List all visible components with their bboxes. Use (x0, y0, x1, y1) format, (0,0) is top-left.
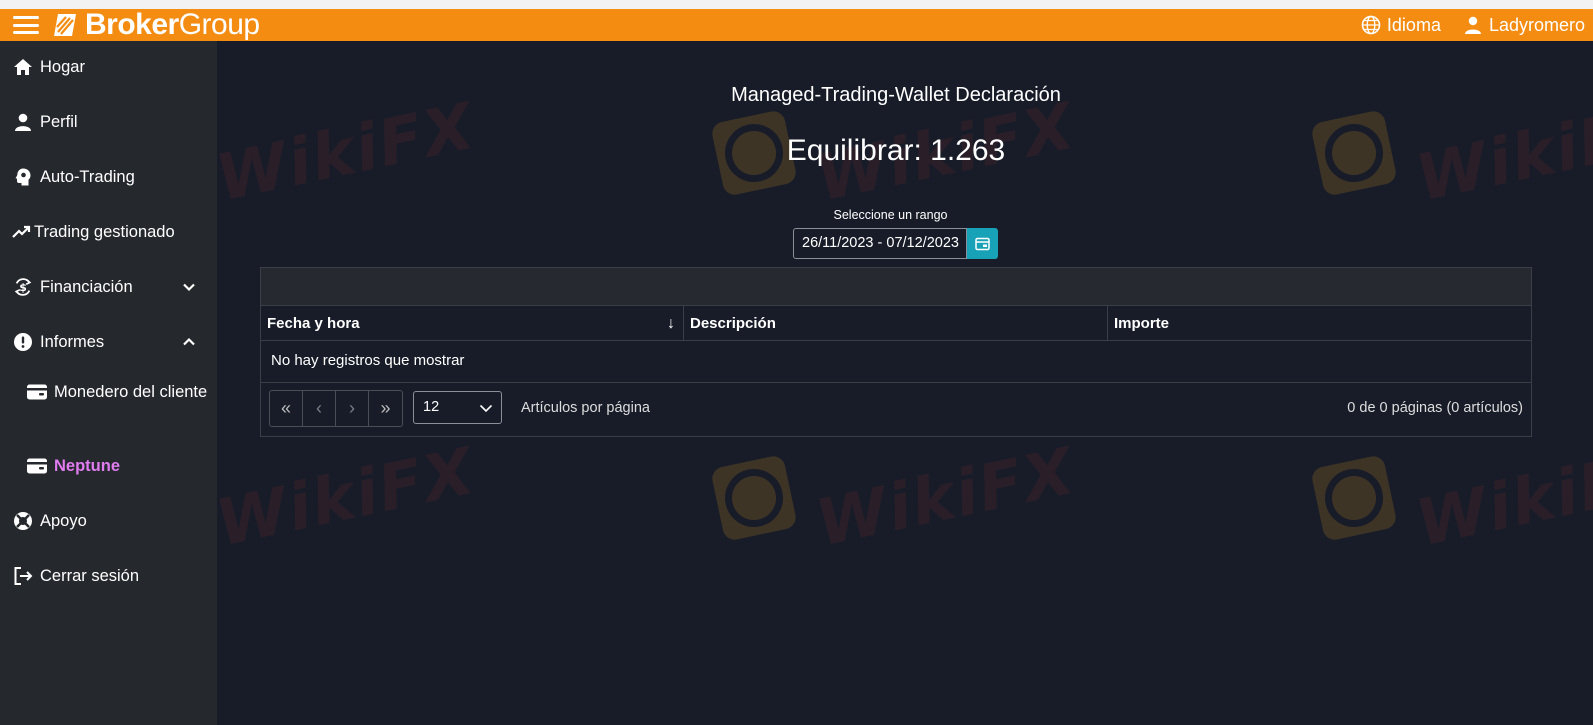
sidebar-item-label: Trading gestionado (34, 222, 175, 241)
sidebar-item-profile[interactable]: Perfil (0, 102, 217, 142)
statement-table: Fecha y hora ↓ Descripción Importe No ha… (260, 267, 1532, 437)
chevron-down-icon (183, 283, 195, 292)
home-icon (12, 56, 34, 78)
last-page-button[interactable]: » (369, 391, 402, 426)
column-header-description[interactable]: Descripción (684, 306, 1108, 340)
user-icon (12, 111, 34, 133)
sidebar-subitem-client-wallet[interactable]: Monedero del cliente (26, 380, 211, 404)
brain-icon (12, 166, 34, 188)
empty-message: No hay registros que mostrar (261, 341, 1531, 383)
brand-name: BrokerGroup (85, 8, 260, 41)
sidebar-item-label: Informes (40, 332, 105, 351)
sidebar-item-managed-trading[interactable]: Trading gestionado (0, 212, 217, 252)
column-header-amount[interactable]: Importe (1108, 306, 1531, 340)
wallet-icon (26, 381, 48, 403)
sidebar-item-label: Cerrar sesión (40, 566, 140, 585)
top-bar: BrokerGroup Idioma Ladyromero (0, 9, 1593, 41)
calendar-icon (975, 237, 990, 250)
sidebar-item-reports[interactable]: Informes (0, 322, 217, 362)
calendar-button[interactable] (967, 228, 998, 259)
sidebar-item-label: Monedero del cliente (54, 383, 208, 401)
sidebar: Hogar Perfil Auto-Trading Trading gestio… (0, 41, 217, 725)
money-exchange-icon: $ (12, 276, 34, 298)
language-menu[interactable]: Idioma (1361, 15, 1441, 36)
page-title: Managed-Trading-Wallet Declaración (731, 84, 1061, 106)
range-label: Seleccione un rango (833, 208, 948, 222)
sidebar-subitem-neptune[interactable]: Neptune (26, 454, 211, 478)
watermark: WikiFX (1310, 435, 1593, 561)
sidebar-item-label: Hogar (40, 57, 85, 76)
prev-page-button[interactable]: ‹ (303, 391, 336, 426)
lifebuoy-icon (12, 510, 34, 532)
sidebar-item-auto-trading[interactable]: Auto-Trading (0, 157, 217, 197)
sidebar-item-logout[interactable]: Cerrar sesión (0, 556, 217, 596)
menu-icon[interactable] (13, 16, 39, 34)
sort-arrow-icon[interactable]: ↓ (667, 306, 675, 341)
logout-icon (12, 565, 34, 587)
first-page-button[interactable]: « (270, 391, 303, 426)
user-menu[interactable]: Ladyromero (1463, 15, 1585, 36)
svg-text:$: $ (19, 281, 27, 294)
per-page-label: Artículos por página (521, 400, 650, 416)
language-label: Idioma (1386, 14, 1441, 35)
sidebar-item-label: Neptune (54, 457, 120, 475)
sidebar-item-funding[interactable]: $ Financiación (0, 267, 217, 307)
watermark: WikiFX (217, 435, 482, 562)
pagination: « ‹ › » 12 Artículos por página 0 de 0 p… (261, 383, 1531, 435)
user-name: Ladyromero (1488, 14, 1585, 35)
main-content: WikiFX WikiFX WikiFX WikiFX WikiFX WikiF… (217, 41, 1593, 725)
alert-icon (12, 331, 34, 353)
balance-value: Equilibrar: 1.263 (786, 134, 1006, 167)
sidebar-item-label: Perfil (40, 112, 78, 131)
page-nav-buttons: « ‹ › » (269, 390, 403, 427)
wallet-icon (26, 455, 48, 477)
watermark: WikiFX (710, 435, 1082, 561)
trending-up-icon (10, 221, 32, 243)
table-toolbar (261, 268, 1531, 306)
sidebar-item-label: Financiación (40, 277, 133, 296)
next-page-button[interactable]: › (336, 391, 369, 426)
sidebar-item-support[interactable]: Apoyo (0, 501, 217, 541)
chevron-up-icon (183, 337, 195, 346)
page-size-select[interactable]: 12 (413, 391, 502, 424)
date-range-picker: 26/11/2023 - 07/12/2023 (793, 228, 998, 259)
sidebar-item-label: Apoyo (40, 511, 87, 530)
globe-icon (1361, 15, 1381, 35)
brand-logo[interactable]: BrokerGroup (52, 9, 260, 41)
sidebar-item-label: Auto-Trading (40, 167, 135, 186)
column-header-date[interactable]: Fecha y hora ↓ (261, 306, 684, 340)
page-info: 0 de 0 páginas (0 artículos) (1347, 400, 1523, 416)
logo-mark-icon (54, 14, 76, 36)
chevron-down-icon (479, 404, 493, 413)
sidebar-item-home[interactable]: Hogar (0, 47, 217, 87)
table-header: Fecha y hora ↓ Descripción Importe (261, 306, 1531, 341)
date-range-input[interactable]: 26/11/2023 - 07/12/2023 (793, 228, 968, 259)
user-icon (1464, 16, 1481, 34)
